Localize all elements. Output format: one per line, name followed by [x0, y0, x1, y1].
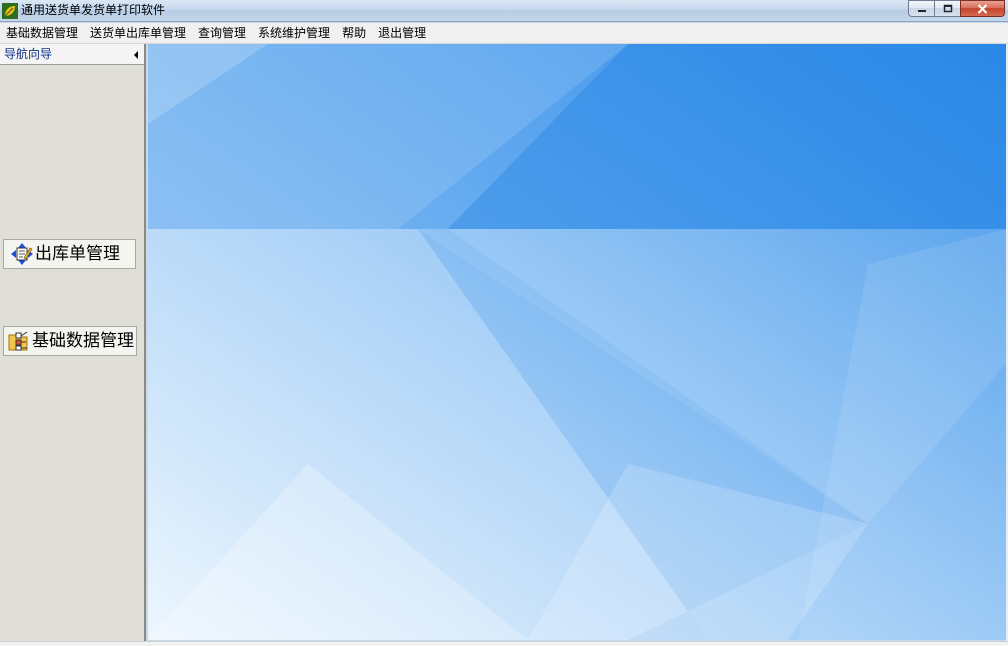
base-data-management-label: 基础数据管理: [32, 331, 134, 351]
window-title: 通用送货单发货单打印软件: [21, 3, 166, 17]
status-strip: [0, 641, 1008, 646]
window-title-bar[interactable]: 通用送货单发货单打印软件: [0, 0, 1008, 22]
base-data-management-button[interactable]: 基础数据管理: [3, 326, 137, 356]
menu-query[interactable]: 查询管理: [192, 23, 252, 44]
minimize-button[interactable]: [908, 0, 934, 17]
base-data-folder-icon: [7, 329, 31, 353]
maximize-icon: [943, 4, 952, 13]
outbound-management-label: 出库单管理: [35, 244, 120, 264]
leaf-app-icon: [2, 3, 18, 19]
maximize-button[interactable]: [934, 0, 960, 17]
menu-exit[interactable]: 退出管理: [372, 23, 432, 44]
main-workspace-background: [148, 44, 1006, 640]
collapse-left-arrow-icon[interactable]: [134, 51, 138, 59]
menu-help[interactable]: 帮助: [336, 23, 372, 44]
menu-delivery-outbound[interactable]: 送货单出库单管理: [84, 23, 192, 44]
outbound-document-icon: [10, 242, 34, 266]
nav-title: 导航向导: [4, 47, 53, 61]
minimize-icon: [917, 9, 926, 12]
menu-base-data[interactable]: 基础数据管理: [1, 23, 84, 44]
menu-bar: 基础数据管理 送货单出库单管理 查询管理 系统维护管理 帮助 退出管理: [0, 23, 1008, 44]
menu-system-maintenance[interactable]: 系统维护管理: [252, 23, 336, 44]
nav-header: 导航向导: [0, 44, 144, 65]
close-button[interactable]: [960, 0, 1005, 17]
close-icon: [977, 3, 988, 14]
window-controls: [908, 0, 1005, 17]
navigation-pane: 导航向导 出库单管理 基础数据管理: [0, 44, 146, 644]
outbound-management-button[interactable]: 出库单管理: [3, 239, 136, 269]
